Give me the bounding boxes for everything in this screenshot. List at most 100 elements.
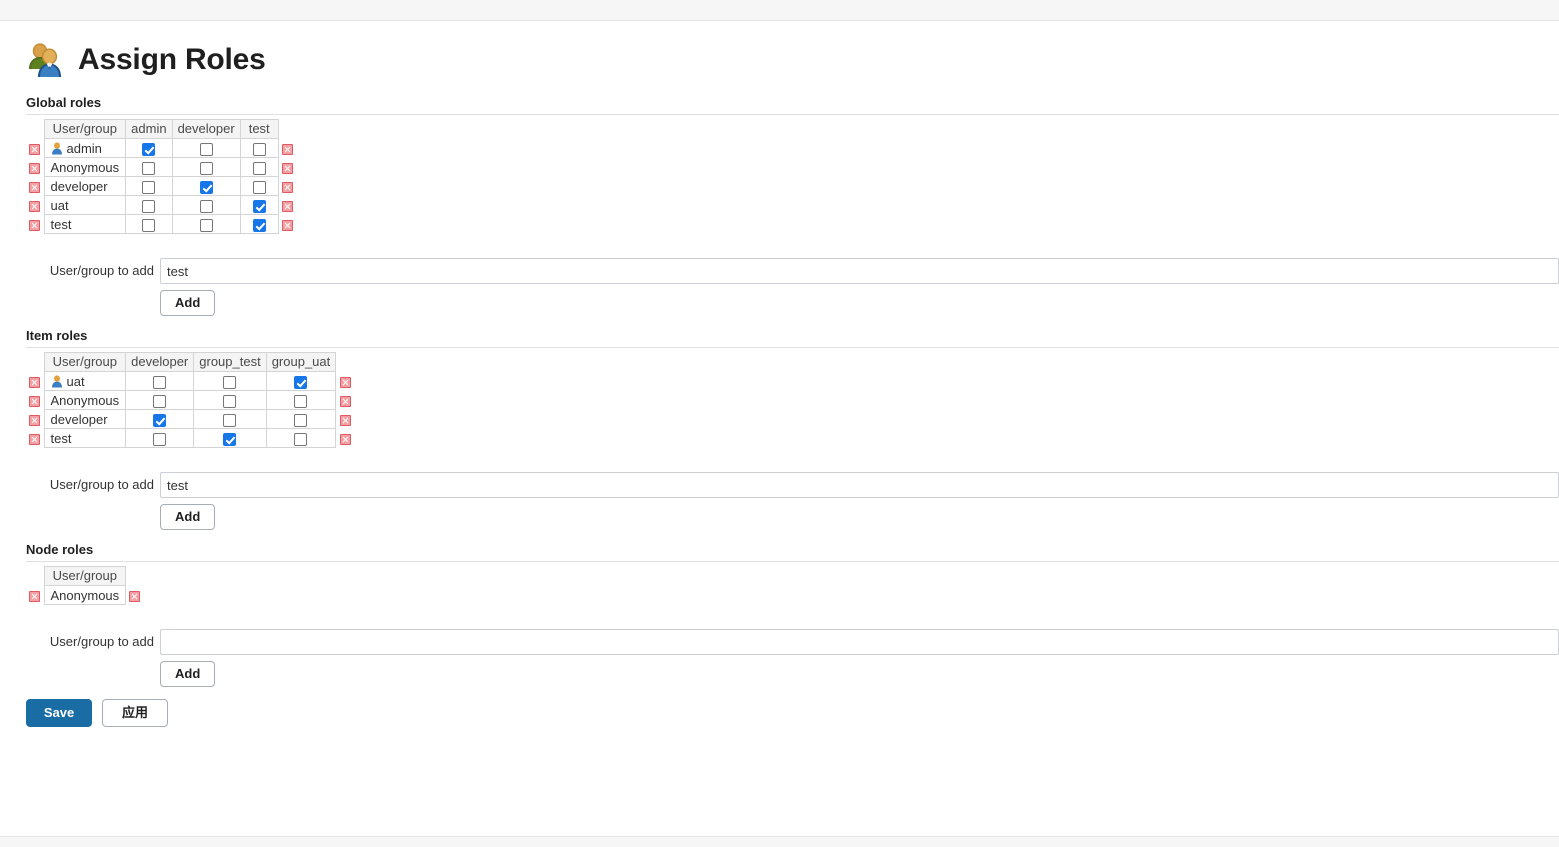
checkbox-cell-developer[interactable] [171,157,241,177]
checkbox-cell-admin[interactable] [125,195,173,215]
add-usergroup-input-global[interactable] [160,258,1559,284]
row-delete-left[interactable] [26,372,44,391]
delete-icon[interactable] [339,395,351,407]
role-checkbox[interactable] [252,199,266,213]
role-checkbox[interactable] [252,161,266,175]
checkbox-cell-developer[interactable] [125,428,195,448]
delete-icon[interactable] [29,376,41,388]
row-delete-right[interactable] [336,429,354,448]
delete-icon[interactable] [339,376,351,388]
delete-icon[interactable] [29,143,41,155]
checkbox-cell-group-test[interactable] [193,409,267,429]
checkbox-cell-group-uat[interactable] [265,371,337,391]
role-checkbox[interactable] [223,375,237,389]
role-checkbox[interactable] [294,394,308,408]
checkbox-cell-test[interactable] [239,157,279,177]
role-checkbox[interactable] [294,413,308,427]
role-checkbox[interactable] [223,394,237,408]
checkbox-cell-test[interactable] [239,195,279,215]
role-checkbox[interactable] [142,161,156,175]
delete-icon[interactable] [281,200,293,212]
role-checkbox[interactable] [153,432,167,446]
save-button[interactable]: Save [26,699,92,727]
delete-icon[interactable] [29,219,41,231]
delete-icon[interactable] [339,414,351,426]
delete-icon[interactable] [29,200,41,212]
row-delete-left[interactable] [26,139,44,158]
delete-icon[interactable] [29,590,41,602]
role-checkbox[interactable] [142,142,156,156]
checkbox-cell-group-test[interactable] [193,371,267,391]
role-checkbox[interactable] [252,180,266,194]
role-checkbox[interactable] [252,218,266,232]
role-checkbox[interactable] [294,432,308,446]
add-usergroup-input-item[interactable] [160,472,1559,498]
role-checkbox[interactable] [199,218,213,232]
checkbox-cell-admin[interactable] [125,176,173,196]
row-delete-left[interactable] [26,410,44,429]
checkbox-cell-developer[interactable] [171,214,241,234]
checkbox-cell-group-uat[interactable] [265,390,337,410]
delete-icon[interactable] [281,162,293,174]
row-delete-right[interactable] [278,196,296,215]
role-checkbox[interactable] [153,413,167,427]
add-button-item[interactable]: Add [160,504,216,530]
delete-icon[interactable] [29,162,41,174]
checkbox-cell-admin[interactable] [125,138,173,158]
role-checkbox[interactable] [199,180,213,194]
row-delete-right[interactable] [278,139,296,158]
role-checkbox[interactable] [223,413,237,427]
row-delete-right[interactable] [336,410,354,429]
checkbox-cell-test[interactable] [239,176,279,196]
checkbox-cell-test[interactable] [239,214,279,234]
role-checkbox[interactable] [223,432,237,446]
delete-icon[interactable] [29,181,41,193]
delete-icon[interactable] [29,433,41,445]
checkbox-cell-group-uat[interactable] [265,428,337,448]
apply-button[interactable]: 应用 [102,699,168,727]
row-delete-right[interactable] [278,177,296,196]
delete-icon[interactable] [29,395,41,407]
row-delete-left[interactable] [26,391,44,410]
role-checkbox[interactable] [142,199,156,213]
row-delete-right[interactable] [278,158,296,177]
checkbox-cell-developer[interactable] [171,176,241,196]
role-checkbox[interactable] [199,199,213,213]
row-delete-left[interactable] [26,215,44,234]
checkbox-cell-admin[interactable] [125,214,173,234]
checkbox-cell-test[interactable] [239,138,279,158]
role-checkbox[interactable] [294,375,308,389]
add-usergroup-input-node[interactable] [160,629,1559,655]
row-delete-right[interactable] [336,391,354,410]
delete-icon[interactable] [129,590,141,602]
role-checkbox[interactable] [153,394,167,408]
role-checkbox[interactable] [142,218,156,232]
row-delete-right[interactable] [278,215,296,234]
checkbox-cell-group-test[interactable] [193,428,267,448]
row-delete-right[interactable] [336,372,354,391]
delete-icon[interactable] [281,143,293,155]
row-delete-right[interactable] [126,586,144,605]
row-delete-left[interactable] [26,429,44,448]
delete-icon[interactable] [29,414,41,426]
checkbox-cell-developer[interactable] [125,390,195,410]
role-checkbox[interactable] [142,180,156,194]
add-button-node[interactable]: Add [160,661,216,687]
delete-icon[interactable] [339,433,351,445]
role-checkbox[interactable] [199,142,213,156]
checkbox-cell-developer[interactable] [171,138,241,158]
role-checkbox[interactable] [252,142,266,156]
checkbox-cell-group-test[interactable] [193,390,267,410]
role-checkbox[interactable] [153,375,167,389]
checkbox-cell-developer[interactable] [125,409,195,429]
checkbox-cell-developer[interactable] [171,195,241,215]
row-delete-left[interactable] [26,177,44,196]
checkbox-cell-developer[interactable] [125,371,195,391]
checkbox-cell-admin[interactable] [125,157,173,177]
role-checkbox[interactable] [199,161,213,175]
delete-icon[interactable] [281,219,293,231]
delete-icon[interactable] [281,181,293,193]
row-delete-left[interactable] [26,158,44,177]
row-delete-left[interactable] [26,586,44,605]
row-delete-left[interactable] [26,196,44,215]
